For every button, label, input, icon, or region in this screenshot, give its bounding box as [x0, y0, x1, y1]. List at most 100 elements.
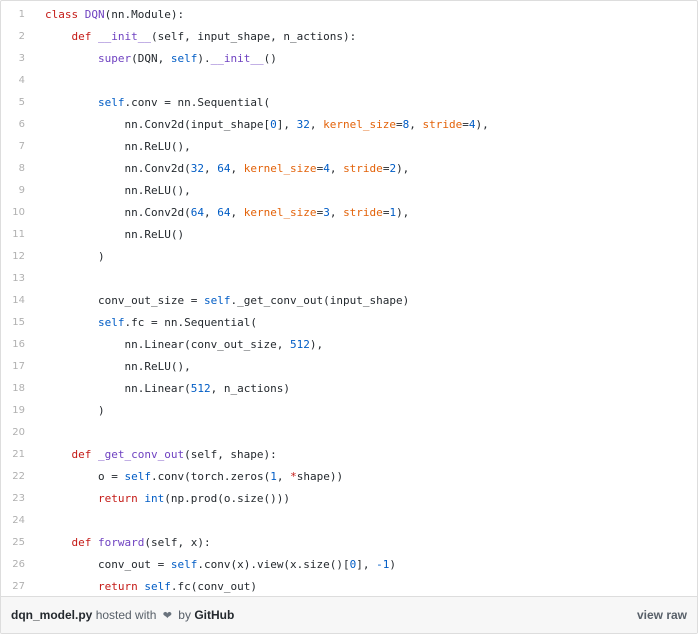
line-number: 25: [12, 536, 25, 548]
code-line: 7 nn.ReLU(),: [1, 135, 697, 157]
code-token: 4: [323, 161, 330, 175]
code-token: *: [290, 469, 297, 483]
code-token: ),: [396, 161, 410, 175]
code-line: 11 nn.ReLU(): [1, 223, 697, 245]
filename-link[interactable]: dqn_model.py: [11, 608, 92, 622]
code-token: (): [263, 51, 277, 65]
code-token: return: [97, 491, 145, 505]
line-number: 17: [12, 360, 25, 372]
code-token: ,: [230, 161, 244, 175]
code-line: 6 nn.Conv2d(input_shape[0], 32, kernel_s…: [1, 113, 697, 135]
line-number: 3: [18, 52, 25, 64]
line-number: 1: [18, 8, 25, 20]
code-token: ),: [475, 117, 489, 131]
code-token: 0: [270, 117, 277, 131]
code-token: kernel_size: [243, 161, 317, 175]
code-token: ],: [356, 557, 377, 571]
code-token: def: [45, 29, 98, 43]
code-text: nn.ReLU(): [25, 228, 184, 241]
code-token: kernel_size: [323, 117, 397, 131]
line-number: 7: [18, 140, 25, 152]
gist-footer: dqn_model.py hosted with ❤ by GitHub vie…: [1, 596, 697, 633]
code-token: self: [170, 557, 198, 571]
code-line: 21 def _get_conv_out(self, shape):: [1, 443, 697, 465]
code-line: 4: [1, 69, 697, 91]
line-number: 24: [12, 514, 25, 526]
code-token: 512: [190, 381, 211, 395]
code-token: self: [97, 315, 125, 329]
line-number: 22: [12, 470, 25, 482]
line-number: 5: [18, 96, 25, 108]
code-token: kernel_size: [243, 205, 317, 219]
code-token: return: [97, 579, 145, 593]
code-token: .fc(conv_out): [170, 579, 257, 593]
heart-icon: ❤: [162, 610, 172, 622]
code-token: ,: [329, 161, 344, 175]
code-token: __init__: [97, 29, 151, 43]
code-token: DQN: [84, 7, 105, 21]
code-token: ,: [203, 161, 218, 175]
code-token: (DQN,: [131, 51, 171, 65]
code-token: 64: [190, 205, 204, 219]
line-number: 10: [12, 206, 25, 218]
code-token: self: [170, 51, 198, 65]
line-number: 2: [18, 30, 25, 42]
code-token: ).: [197, 51, 211, 65]
line-number: 21: [12, 448, 25, 460]
code-text: ): [25, 404, 105, 417]
line-number: 11: [12, 228, 25, 240]
code-line: 10 nn.Conv2d(64, 64, kernel_size=3, stri…: [1, 201, 697, 223]
code-line: 3 super(DQN, self).__init__(): [1, 47, 697, 69]
code-line: 15 self.fc = nn.Sequential(: [1, 311, 697, 333]
hosted-with-text: hosted with: [95, 608, 157, 622]
code-token: ): [45, 403, 105, 417]
gist-meta: dqn_model.py hosted with ❤ by GitHub: [11, 608, 234, 622]
code-token: (np.prod(o.size())): [164, 491, 291, 505]
code-line: 22 o = self.conv(torch.zeros(1, *shape)): [1, 465, 697, 487]
code-token: shape)): [296, 469, 344, 483]
code-text: class DQN(nn.Module):: [25, 8, 184, 21]
code-line: 9 nn.ReLU(),: [1, 179, 697, 201]
code-token: __init__: [210, 51, 264, 65]
code-token: ._get_conv_out(input_shape): [230, 293, 410, 307]
line-number: 16: [12, 338, 25, 350]
code-token: (self, shape):: [184, 447, 277, 461]
line-number: 14: [12, 294, 25, 306]
code-text: o = self.conv(torch.zeros(1, *shape)): [25, 470, 343, 483]
line-number: 23: [12, 492, 25, 504]
code-token: ): [45, 249, 105, 263]
code-line: 1 class DQN(nn.Module):: [1, 3, 697, 25]
github-link[interactable]: GitHub: [194, 608, 234, 622]
code-token: 32: [190, 161, 204, 175]
code-token: nn.ReLU(),: [45, 359, 191, 373]
code-token: -1: [376, 557, 390, 571]
code-token: 512: [290, 337, 310, 351]
code-token: , n_actions): [210, 381, 291, 395]
view-raw-link[interactable]: view raw: [637, 608, 687, 622]
code-token: .conv = nn.Sequential(: [124, 95, 271, 109]
code-token: 4: [468, 117, 476, 131]
code-text: self.fc = nn.Sequential(: [25, 316, 257, 329]
code-line: 23 return int(np.prod(o.size())): [1, 487, 697, 509]
code-token: ,: [276, 469, 291, 483]
code-text: self.conv = nn.Sequential(: [25, 96, 270, 109]
code-text: nn.Conv2d(64, 64, kernel_size=3, stride=…: [25, 206, 409, 219]
code-token: ,: [203, 205, 218, 219]
gist-embed: 1 class DQN(nn.Module): 2 def __init__(sel…: [0, 0, 698, 634]
code-line: 24: [1, 509, 697, 531]
code-token: stride: [343, 205, 383, 219]
code-text: nn.Conv2d(input_shape[0], 32, kernel_siz…: [25, 117, 489, 131]
code-token: _get_conv_out: [97, 447, 185, 461]
line-number: 6: [18, 118, 25, 130]
code-token: def: [45, 447, 98, 461]
code-token: ),: [396, 205, 410, 219]
code-token: =: [396, 117, 403, 131]
code-token: (nn.Module):: [104, 7, 185, 21]
line-number: 20: [12, 426, 25, 438]
code-line: 18 nn.Linear(512, n_actions): [1, 377, 697, 399]
code-token: 1: [270, 469, 277, 483]
line-number: 27: [12, 580, 25, 592]
code-token: ,: [409, 117, 423, 131]
